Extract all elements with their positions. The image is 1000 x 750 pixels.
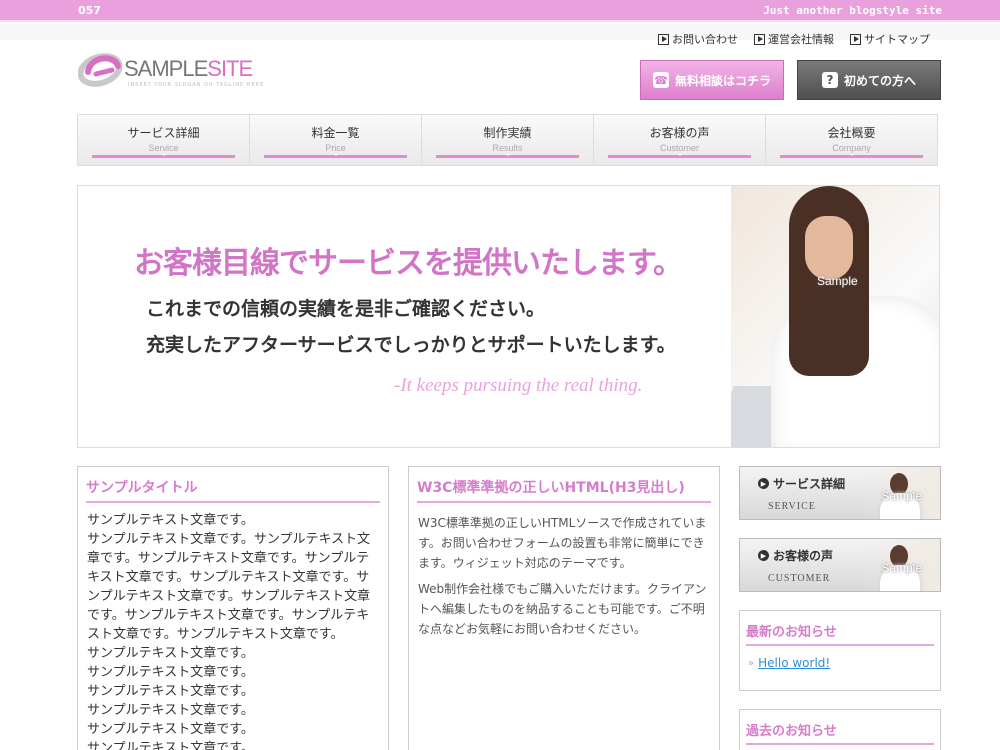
nav-underline [608, 154, 751, 158]
arrow-right-icon: ▶ [758, 478, 769, 489]
free-consult-button[interactable]: ☎ 無料相談はコチラ [640, 60, 784, 100]
sample-watermark: Sample [881, 561, 922, 575]
toplink-contact[interactable]: お問い合わせ [658, 31, 738, 47]
nav-item-results[interactable]: 制作実績 Results [422, 115, 594, 165]
toplink-sitemap[interactable]: サイトマップ [850, 31, 930, 47]
sample-watermark: Sample [881, 489, 922, 503]
section-title: サンプルタイトル [86, 477, 380, 503]
section-body: W3C標準準拠の正しいHTMLソースで作成されています。お問い合わせフォームの設… [409, 513, 719, 639]
list-item: » Hello world! [748, 656, 940, 670]
nav-underline [436, 154, 579, 158]
hero-english-tagline: -It keeps pursuing the real thing. [394, 375, 643, 396]
section-title: W3C標準準拠の正しいHTML(H3見出し) [417, 477, 711, 503]
sidebar-archive-news: 過去のお知らせ [739, 709, 941, 750]
nav-item-price[interactable]: 料金一覧 Price [250, 115, 422, 165]
arrow-right-icon: ▶ [758, 550, 769, 561]
content-box-sample: サンプルタイトル サンプルテキスト文章です。 サンプルテキスト文章です。サンプル… [77, 466, 389, 750]
utility-links: お問い合わせ 運営会社情報 サイトマップ [658, 31, 930, 47]
nav-item-customer[interactable]: お客様の声 Customer [594, 115, 766, 165]
logo-text: SAMPLESITE [124, 56, 253, 81]
sidebar-banner-service[interactable]: ▶ サービス詳細 SERVICE Sample [739, 466, 941, 520]
nav-underline [264, 154, 407, 158]
play-arrow-icon [754, 33, 765, 45]
first-visit-button[interactable]: ? 初めての方へ [797, 60, 941, 100]
content-box-w3c: W3C標準準拠の正しいHTML(H3見出し) W3C標準準拠の正しいHTMLソー… [408, 466, 720, 750]
nav-item-service[interactable]: サービス詳細 Service [78, 115, 250, 165]
widget-title: 最新のお知らせ [746, 621, 934, 646]
logo-swirl-icon [77, 53, 123, 87]
hero-banner: お客様目線でサービスを提供いたします。 これまでの信頼の実績を是非ご確認ください… [77, 185, 940, 448]
hero-line-2: 充実したアフターサービスでしっかりとサポートいたします。 [146, 334, 676, 356]
play-arrow-icon [850, 33, 861, 45]
hero-line-1: これまでの信頼の実績を是非ご確認ください。 [146, 298, 546, 320]
site-number: 057 [78, 4, 101, 17]
paragraph: Web制作会社様でもご購入いただけます。クライアントへ編集したものを納品すること… [418, 582, 707, 636]
sample-watermark: Sample [817, 274, 858, 288]
nav-underline [780, 154, 923, 158]
global-nav: サービス詳細 Service 料金一覧 Price 制作実績 Results お客様の… [77, 114, 938, 166]
hero-headline: お客様目線でサービスを提供いたします。 [134, 246, 683, 281]
toplink-company[interactable]: 運営会社情報 [754, 31, 834, 47]
nav-item-company[interactable]: 会社概要 Company [766, 115, 937, 165]
hero-photo: Sample [731, 186, 939, 447]
phone-icon: ☎ [652, 72, 669, 88]
sidebar-latest-news: 最新のお知らせ » Hello world! [739, 610, 941, 691]
nav-underline [92, 154, 235, 158]
logo-subtitle: INSERT YOUR SLOGAN OR TAGLINE HERE [128, 82, 265, 88]
top-strip: 057 Just another blogstyle site [0, 0, 1000, 22]
news-link[interactable]: Hello world! [758, 656, 830, 670]
site-logo[interactable]: SAMPLESITE INSERT YOUR SLOGAN OR TAGLINE… [77, 46, 278, 92]
section-body: サンプルテキスト文章です。 サンプルテキスト文章です。サンプルテキスト文 章です… [87, 513, 371, 750]
play-arrow-icon [658, 33, 669, 45]
double-chevron-icon: » [748, 657, 755, 669]
paragraph: W3C標準準拠の正しいHTMLソースで作成されています。お問い合わせフォームの設… [418, 516, 707, 570]
widget-title: 過去のお知らせ [746, 720, 934, 745]
question-icon: ? [821, 72, 838, 88]
site-tagline: Just another blogstyle site [763, 4, 942, 17]
sidebar-banner-customer[interactable]: ▶ お客様の声 CUSTOMER Sample [739, 538, 941, 592]
